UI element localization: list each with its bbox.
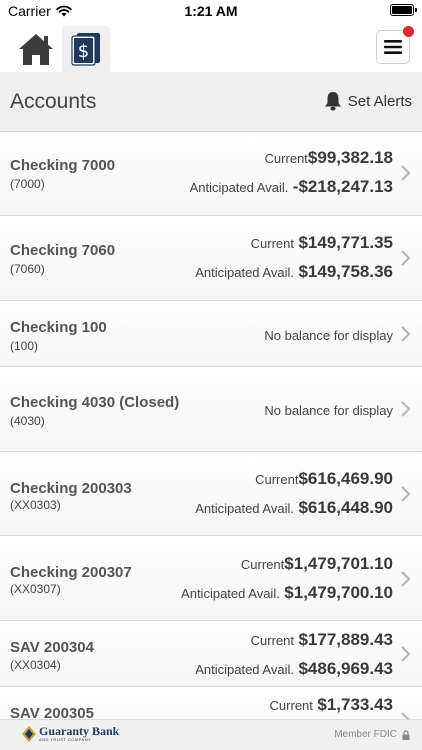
account-row[interactable]: Checking 200303 (XX0303) Current$616,469… [0, 452, 422, 536]
bell-icon [324, 92, 341, 111]
notification-badge [403, 26, 414, 37]
dollar-document-icon: $ [71, 33, 100, 66]
chevron-right-icon [401, 486, 411, 502]
anticipated-balance: Anticipated Avail. $486,969.43 [195, 659, 393, 679]
account-row[interactable]: SAV 200304 (XX0304) Current $177,889.43 … [0, 621, 422, 687]
anticipated-label: Anticipated Avail. [195, 662, 294, 677]
account-name: Checking 7060 [10, 242, 116, 259]
current-balance: Current $177,889.43 [251, 630, 393, 650]
account-name: Checking 100 [10, 319, 107, 336]
current-label: Current [269, 698, 313, 713]
account-name: SAV 200304 [10, 639, 94, 656]
anticipated-label: Anticipated Avail. [189, 180, 289, 195]
svg-text:$: $ [78, 41, 89, 62]
current-balance: Current $1,733.43 [270, 695, 393, 715]
no-balance-text: No balance for display [264, 403, 393, 418]
anticipated-amount: $616,448.90 [298, 498, 393, 517]
set-alerts-label: Set Alerts [347, 92, 412, 110]
current-amount: $99,382.18 [307, 148, 393, 167]
current-amount: $149,771.35 [298, 233, 393, 252]
account-list: Checking 7000 (7000) Current$99,382.18 A… [0, 132, 422, 719]
member-fdic-label: Member FDIC [334, 729, 397, 740]
anticipated-label: Anticipated Avail. [181, 586, 280, 601]
set-alerts-button[interactable]: Set Alerts [324, 91, 412, 111]
account-number: (XX0307) [10, 582, 61, 596]
current-balance: Current$616,469.90 [255, 469, 393, 489]
bank-logo: Guaranty Bank AND TRUST COMPANY [22, 724, 120, 742]
menu-button[interactable] [376, 26, 414, 64]
battery-icon [390, 4, 417, 16]
current-label: Current [250, 236, 294, 251]
account-row[interactable]: Checking 200307 (XX0307) Current$1,479,7… [0, 536, 422, 621]
accounts-tab[interactable]: $ [62, 26, 110, 72]
status-bar: Carrier 1:21 AM [0, 0, 422, 22]
footer: Guaranty Bank AND TRUST COMPANY Member F… [0, 719, 422, 750]
account-name: Checking 200303 [10, 480, 132, 497]
hamburger-menu-icon [384, 40, 402, 54]
anticipated-amount: $486,969.43 [298, 659, 393, 678]
account-row[interactable]: Checking 4030 (Closed) (4030) No balance… [0, 367, 422, 452]
account-name: Checking 200307 [10, 564, 132, 581]
account-name: Checking 7000 [10, 157, 116, 174]
account-number: (100) [10, 339, 39, 353]
anticipated-amount: $1,479,700.10 [284, 583, 393, 602]
account-number: (7000) [10, 177, 45, 191]
chevron-right-icon [401, 250, 411, 266]
current-balance: Current$1,479,701.10 [241, 554, 393, 574]
current-amount: $1,733.43 [317, 695, 393, 714]
member-fdic: Member FDIC [334, 729, 410, 740]
current-label: Current [240, 557, 285, 572]
current-amount: $1,479,701.10 [284, 554, 393, 573]
top-nav: $ [0, 22, 422, 72]
current-balance: Current $149,771.35 [251, 233, 393, 253]
anticipated-label: Anticipated Avail. [195, 501, 294, 516]
clock: 1:21 AM [184, 3, 238, 19]
current-label: Current [264, 151, 308, 166]
anticipated-balance: Anticipated Avail. $1,479,700.10 [181, 583, 393, 603]
account-row[interactable]: SAV 200305 Current $1,733.43 [0, 687, 422, 719]
accounts-header: Accounts Set Alerts [0, 72, 422, 132]
current-balance: Current$99,382.18 [265, 148, 393, 168]
anticipated-label: Anticipated Avail. [195, 265, 294, 280]
home-tab[interactable] [12, 26, 60, 72]
anticipated-amount: $149,758.36 [298, 262, 393, 281]
no-balance-message: No balance for display [264, 327, 393, 345]
account-number: (4030) [10, 414, 45, 428]
bank-name: Guaranty Bank [39, 724, 120, 738]
current-amount: $177,889.43 [298, 630, 393, 649]
account-row[interactable]: Checking 7060 (7060) Current $149,771.35… [0, 216, 422, 301]
account-row[interactable]: Checking 100 (100) No balance for displa… [0, 301, 422, 367]
chevron-right-icon [401, 165, 411, 181]
account-number: (7060) [10, 262, 45, 276]
account-number: (XX0303) [10, 498, 61, 512]
account-row[interactable]: Checking 7000 (7000) Current$99,382.18 A… [0, 132, 422, 216]
anticipated-amount: -$218,247.13 [292, 177, 393, 196]
anticipated-balance: Anticipated Avail. -$218,247.13 [190, 177, 393, 197]
account-number: (XX0304) [10, 658, 61, 672]
current-amount: $616,469.90 [298, 469, 393, 488]
current-label: Current [250, 633, 294, 648]
no-balance-message: No balance for display [264, 402, 393, 420]
lock-icon [402, 729, 410, 740]
current-label: Current [255, 472, 299, 487]
chevron-right-icon [401, 646, 411, 662]
chevron-right-icon [401, 401, 411, 417]
home-icon [19, 34, 53, 65]
account-name: SAV 200305 [10, 705, 94, 719]
chevron-right-icon [401, 326, 411, 342]
no-balance-text: No balance for display [264, 328, 393, 343]
account-name: Checking 4030 (Closed) [10, 394, 180, 411]
chevron-right-icon [401, 712, 410, 719]
anticipated-balance: Anticipated Avail. $149,758.36 [195, 262, 393, 282]
anticipated-balance: Anticipated Avail. $616,448.90 [195, 498, 393, 518]
page-title: Accounts [10, 90, 97, 113]
chevron-right-icon [401, 571, 411, 587]
bank-emblem-icon [22, 726, 36, 742]
